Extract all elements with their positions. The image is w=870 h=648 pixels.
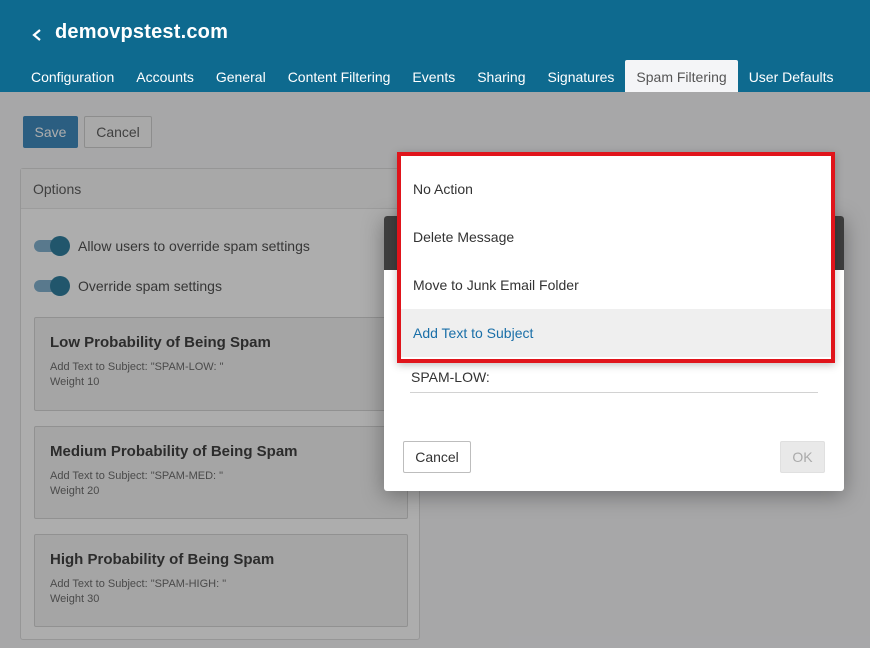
tab-signatures[interactable]: Signatures — [536, 60, 625, 92]
tab-bar: Configuration Accounts General Content F… — [20, 60, 845, 92]
tab-content-filtering[interactable]: Content Filtering — [277, 60, 402, 92]
option-delete-message[interactable]: Delete Message — [401, 213, 831, 261]
option-move-to-junk[interactable]: Move to Junk Email Folder — [401, 261, 831, 309]
subject-text-input[interactable]: SPAM-LOW: — [411, 369, 490, 385]
tab-accounts[interactable]: Accounts — [125, 60, 205, 92]
tab-configuration[interactable]: Configuration — [20, 60, 125, 92]
option-no-action[interactable]: No Action — [401, 156, 831, 213]
dialog-cancel-button[interactable]: Cancel — [403, 441, 471, 473]
tab-user-defaults[interactable]: User Defaults — [738, 60, 845, 92]
app-header: demovpstest.com Configuration Accounts G… — [0, 0, 870, 92]
tab-general[interactable]: General — [205, 60, 277, 92]
tab-sharing[interactable]: Sharing — [466, 60, 536, 92]
action-dropdown-menu: No Action Delete Message Move to Junk Em… — [397, 152, 835, 363]
dialog-ok-button[interactable]: OK — [780, 441, 825, 473]
tab-spam-filtering[interactable]: Spam Filtering — [625, 60, 738, 92]
tab-events[interactable]: Events — [401, 60, 466, 92]
chevron-left-icon[interactable] — [30, 24, 46, 46]
page-title: demovpstest.com — [55, 21, 229, 43]
input-underline — [410, 392, 818, 393]
option-add-text-to-subject[interactable]: Add Text to Subject — [401, 309, 831, 357]
